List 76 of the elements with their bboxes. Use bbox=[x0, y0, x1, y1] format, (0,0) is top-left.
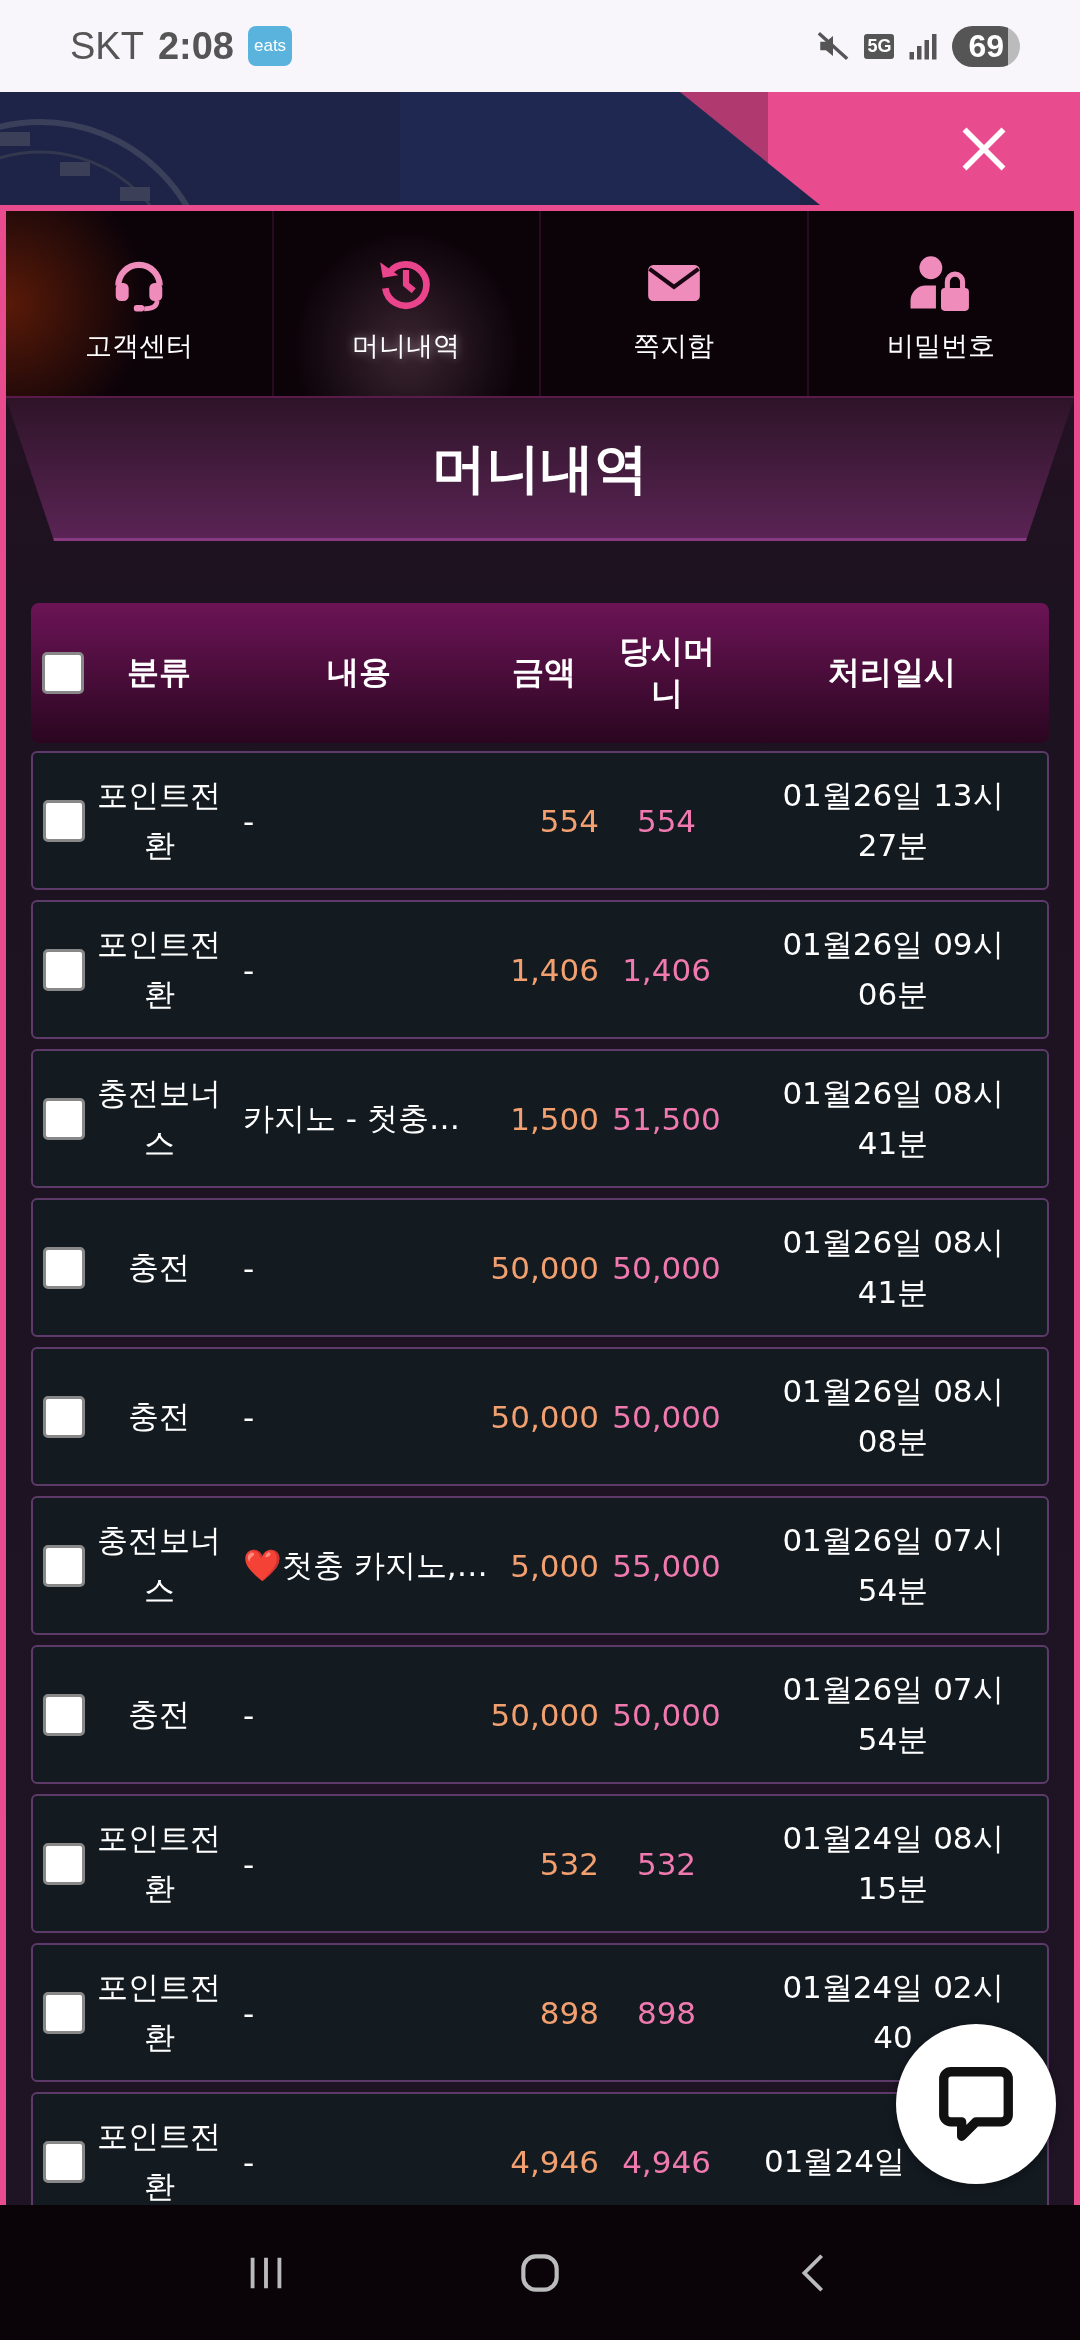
amount-cell-text: 4,946 bbox=[509, 2143, 599, 2180]
amount-cell-text: 532 bbox=[538, 1845, 599, 1882]
amount-cell: 50,000 bbox=[489, 1696, 599, 1733]
content-cell-text: 카지노 - 첫충… bbox=[242, 1098, 461, 1138]
content-cell-text: ❤첫충 카지노,… bbox=[242, 1545, 489, 1585]
category-cell-text: 충전보너스 bbox=[96, 1073, 222, 1163]
row-checkbox[interactable] bbox=[43, 1991, 85, 2034]
column-header: 금액 bbox=[511, 652, 577, 694]
datetime-cell-text: 01월26일 08시08분 bbox=[781, 1371, 1005, 1461]
row-checkbox[interactable] bbox=[43, 1842, 85, 1885]
balance-cell-text: 1,406 bbox=[621, 951, 712, 988]
balance-cell-text: 4,946 bbox=[621, 2143, 712, 2180]
balance-cell-text: 554 bbox=[635, 802, 698, 839]
row-checkbox[interactable] bbox=[43, 1246, 85, 1289]
datetime-cell-text: 01월24일 08시15분 bbox=[781, 1818, 1005, 1908]
balance-cell-text: 55,000 bbox=[611, 1547, 722, 1584]
balance-cell-text: 50,000 bbox=[611, 1696, 722, 1733]
category-cell-text: 포인트전환 bbox=[96, 775, 222, 865]
amount-cell-text: 5,000 bbox=[509, 1547, 599, 1584]
datetime-cell-text: 01월24일 02시40 bbox=[781, 1967, 1005, 2057]
row-checkbox[interactable] bbox=[43, 1395, 85, 1438]
clock-time: 2:08 bbox=[157, 24, 234, 68]
row-checkbox[interactable] bbox=[43, 799, 85, 842]
datetime-cell-text: 01월24일 bbox=[764, 2141, 905, 2181]
mute-icon bbox=[816, 29, 851, 63]
menu-tab[interactable]: 비밀번호 bbox=[808, 211, 1074, 396]
row-checkbox[interactable] bbox=[43, 1544, 85, 1587]
category-cell-text: 충전 bbox=[127, 1247, 191, 1287]
battery-level: 69 bbox=[952, 25, 1020, 67]
column-header: 처리일시 bbox=[826, 652, 957, 694]
content-cell-text: - bbox=[242, 1398, 256, 1435]
balance-cell-text: 532 bbox=[635, 1845, 698, 1882]
category-cell-text: 포인트전환 bbox=[96, 1818, 222, 1908]
column-header: 당시머니 bbox=[617, 631, 716, 714]
content-cell-text: - bbox=[242, 1845, 256, 1882]
category-cell-text: 포인트전환 bbox=[96, 1967, 222, 2057]
content-cell-text: - bbox=[242, 2143, 256, 2180]
datetime-cell-text: 01월26일 09시06분 bbox=[781, 924, 1005, 1014]
menu-tab[interactable]: 쪽지함 bbox=[541, 211, 809, 396]
page-title: 머니내역 bbox=[432, 436, 648, 502]
datetime-cell-text: 01월26일 07시54분 bbox=[781, 1520, 1005, 1610]
content-cell-text: - bbox=[242, 1696, 256, 1733]
amount-cell-text: 1,500 bbox=[509, 1100, 599, 1137]
category-cell-text: 충전보너스 bbox=[96, 1520, 222, 1610]
network-type: 5G bbox=[864, 33, 895, 59]
balance-cell-text: 50,000 bbox=[611, 1398, 722, 1435]
balance-cell-text: 898 bbox=[635, 1994, 698, 2031]
select-all-checkbox[interactable] bbox=[42, 652, 84, 694]
app-notification-badge: eats bbox=[247, 26, 293, 66]
row-checkbox[interactable] bbox=[43, 2140, 85, 2183]
category-cell-text: 충전 bbox=[127, 1396, 191, 1436]
category-cell-text: 충전 bbox=[127, 1694, 191, 1734]
amount-cell-text: 898 bbox=[538, 1994, 599, 2031]
amount-cell: 50,000 bbox=[489, 1398, 599, 1435]
signal-icon bbox=[908, 31, 939, 61]
column-header: 분류 bbox=[126, 652, 192, 694]
row-checkbox[interactable] bbox=[43, 948, 85, 991]
category-cell-text: 포인트전환 bbox=[96, 2116, 222, 2205]
content-cell-text: - bbox=[242, 1249, 256, 1286]
balance-cell-text: 50,000 bbox=[611, 1249, 722, 1286]
column-header: 내용 bbox=[326, 652, 392, 694]
row-checkbox[interactable] bbox=[43, 1693, 85, 1736]
carrier-name: SKT bbox=[70, 24, 144, 68]
category-cell-text: 포인트전환 bbox=[96, 924, 222, 1014]
amount-cell-text: 554 bbox=[538, 802, 599, 839]
balance-cell-text: 51,500 bbox=[611, 1100, 722, 1137]
content-cell-text: - bbox=[242, 802, 256, 839]
datetime-cell-text: 01월26일 13시27분 bbox=[781, 775, 1005, 865]
content-cell-text: - bbox=[242, 1994, 256, 2031]
datetime-cell-text: 01월26일 08시41분 bbox=[781, 1073, 1005, 1163]
datetime-cell-text: 01월26일 07시54분 bbox=[781, 1669, 1005, 1759]
content-cell-text: - bbox=[242, 951, 256, 988]
datetime-cell-text: 01월26일 08시41분 bbox=[781, 1222, 1005, 1312]
amount-cell-text: 1,406 bbox=[509, 951, 599, 988]
row-checkbox[interactable] bbox=[43, 1097, 85, 1140]
amount-cell: 50,000 bbox=[489, 1249, 599, 1286]
